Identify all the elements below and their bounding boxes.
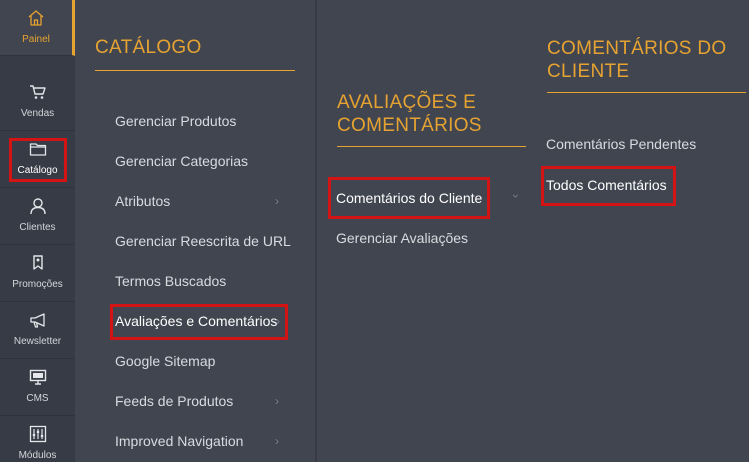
cart-icon [0, 83, 75, 103]
megaphone-icon [0, 311, 75, 331]
admin-menu-screen: Painel Vendas Catálogo Clientes Promoçõe [0, 0, 749, 462]
menu-item-gerenciar-produtos[interactable]: Gerenciar Produtos [115, 112, 236, 130]
rail-item-label: Vendas [20, 108, 55, 119]
customer-reviews-title-rule [547, 92, 746, 93]
rail-item-painel[interactable]: Painel [0, 0, 75, 56]
rail-item-label: Módulos [18, 450, 57, 461]
folder-icon [0, 140, 75, 160]
menu-item-feeds-produtos[interactable]: Feeds de Produtos [115, 392, 233, 410]
chevron-right-icon: › [275, 194, 279, 208]
rail-item-newsletter[interactable]: Newsletter [0, 302, 75, 359]
rail-item-catalogo[interactable]: Catálogo [0, 131, 75, 188]
menu-item-todos-comentarios[interactable]: Todos Comentários [546, 176, 667, 194]
rail-item-label: Painel [22, 34, 50, 45]
panel-divider [315, 0, 317, 462]
menu-item-avaliacoes-comentarios[interactable]: Avaliações e Comentários [115, 312, 277, 330]
rail-item-modulos[interactable]: Módulos [0, 416, 75, 462]
chevron-down-icon: › [509, 194, 523, 198]
reviews-panel-title-line1: AVALIAÇÕES E [337, 92, 477, 113]
rail-item-label: Newsletter [13, 336, 62, 347]
rail-item-clientes[interactable]: Clientes [0, 188, 75, 245]
menu-item-google-sitemap[interactable]: Google Sitemap [115, 352, 215, 370]
menu-item-comentarios-cliente[interactable]: Comentários do Cliente [336, 189, 482, 207]
customer-reviews-title-line2: CLIENTE [547, 61, 630, 82]
menu-item-gerenciar-categorias[interactable]: Gerenciar Categorias [115, 152, 248, 170]
rail-item-label: Promoções [12, 279, 63, 290]
customer-reviews-title-line1: COMENTÁRIOS DO [547, 38, 727, 59]
monitor-icon [0, 368, 75, 388]
rail-item-vendas[interactable]: Vendas [0, 74, 75, 131]
catalog-panel-title: CATÁLOGO [95, 37, 202, 58]
rail-item-label: Clientes [19, 222, 56, 233]
chevron-right-icon: › [275, 434, 279, 448]
menu-item-atributos[interactable]: Atributos [115, 192, 170, 210]
rail-item-label: CMS [26, 393, 49, 404]
home-icon [0, 9, 72, 29]
menu-item-comentarios-pendentes[interactable]: Comentários Pendentes [546, 135, 696, 153]
rail-item-label: Catálogo [17, 165, 58, 176]
menu-item-improved-navigation[interactable]: Improved Navigation [115, 432, 243, 450]
menu-item-gerenciar-reescrita-url[interactable]: Gerenciar Reescrita de URL [115, 232, 291, 250]
tag-icon [0, 254, 75, 274]
reviews-title-rule [337, 146, 526, 147]
user-icon [0, 197, 75, 217]
main-nav-rail: Painel Vendas Catálogo Clientes Promoçõe [0, 0, 75, 462]
chevron-right-icon: › [275, 394, 279, 408]
catalog-title-rule [95, 70, 295, 71]
sliders-icon [0, 425, 75, 445]
reviews-panel-title-line2: COMENTÁRIOS [337, 115, 482, 136]
menu-item-gerenciar-avaliacoes[interactable]: Gerenciar Avaliações [336, 229, 468, 247]
menu-item-termos-buscados[interactable]: Termos Buscados [115, 272, 226, 290]
chevron-down-icon: › [276, 314, 280, 328]
rail-item-cms[interactable]: CMS [0, 359, 75, 416]
rail-item-promocoes[interactable]: Promoções [0, 245, 75, 302]
